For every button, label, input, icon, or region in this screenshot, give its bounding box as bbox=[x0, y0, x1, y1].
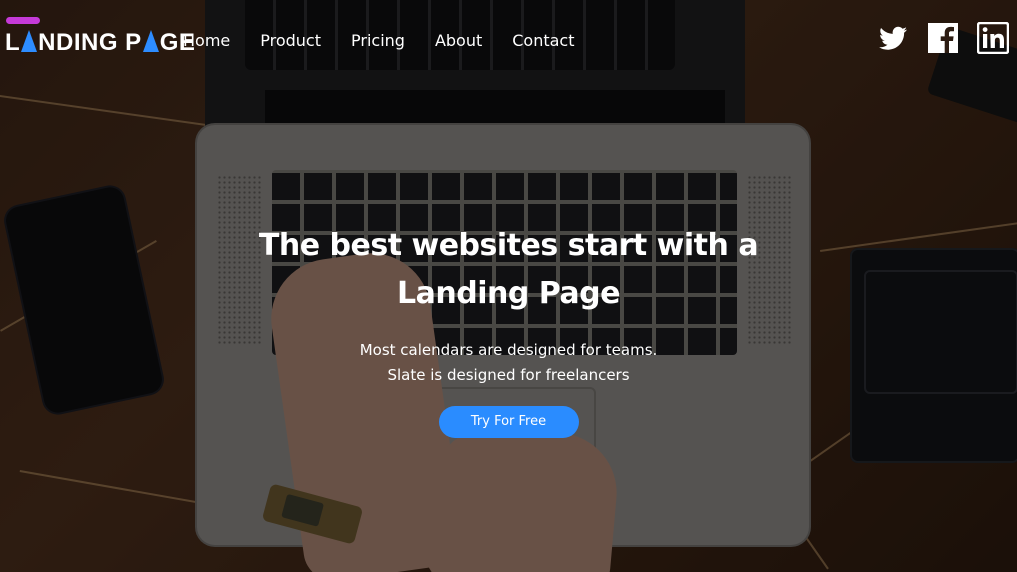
social-links bbox=[877, 21, 1010, 55]
facebook-icon[interactable] bbox=[927, 22, 959, 54]
logo[interactable]: L NDING P GE bbox=[5, 29, 195, 57]
nav-about[interactable]: About bbox=[420, 29, 497, 52]
linkedin-icon[interactable] bbox=[976, 21, 1010, 55]
hero-subtitle: Most calendars are designed for teams. S… bbox=[0, 338, 1017, 388]
logo-triangle-icon bbox=[142, 30, 159, 52]
hero-subtitle-line2: Slate is designed for freelancers bbox=[387, 366, 630, 384]
nav-product[interactable]: Product bbox=[245, 29, 336, 52]
try-for-free-button[interactable]: Try For Free bbox=[438, 406, 579, 438]
logo-accent-bar bbox=[6, 17, 40, 24]
site-header: L NDING P GE Home Product Pricing About Co… bbox=[0, 0, 1017, 82]
main-nav: Home Product Pricing About Contact bbox=[168, 29, 590, 52]
logo-triangle-icon bbox=[21, 30, 38, 52]
nav-pricing[interactable]: Pricing bbox=[336, 29, 420, 52]
nav-home[interactable]: Home bbox=[168, 29, 245, 52]
hero-subtitle-line1: Most calendars are designed for teams. bbox=[359, 341, 658, 359]
hero-title: The best websites start with a Landing P… bbox=[258, 228, 759, 311]
nav-contact[interactable]: Contact bbox=[497, 29, 589, 52]
hero-section: The best websites start with a Landing P… bbox=[0, 222, 1017, 438]
twitter-icon[interactable] bbox=[877, 22, 909, 54]
